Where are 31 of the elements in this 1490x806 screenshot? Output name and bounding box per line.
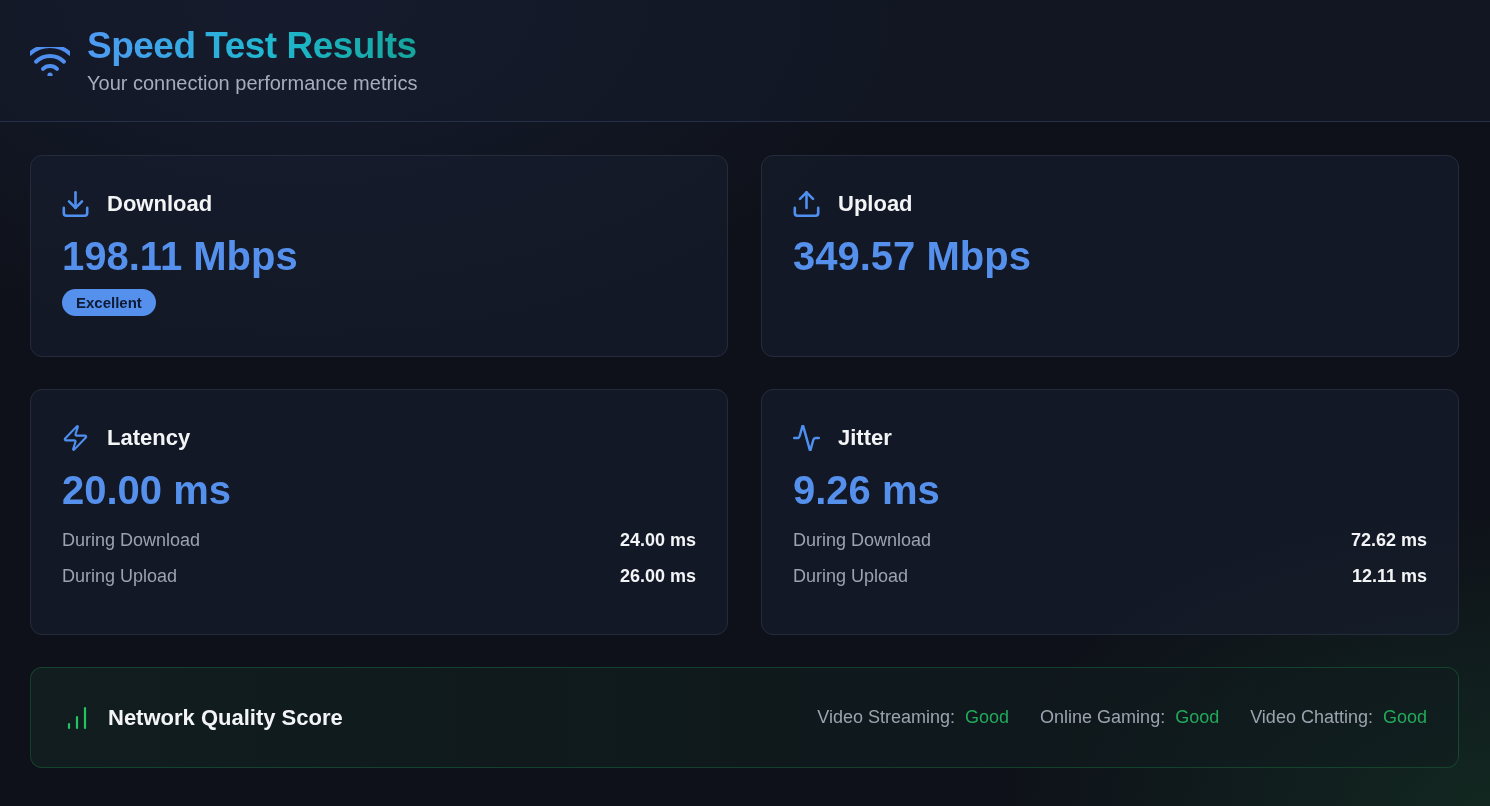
- pulse-icon: [793, 425, 820, 451]
- signal-bars-icon: [66, 705, 88, 730]
- metric-value: 198.11 Mbps: [62, 233, 299, 280]
- card-title: Upload: [838, 191, 913, 217]
- card-title: Latency: [107, 425, 191, 451]
- quality-value: Good: [965, 707, 1010, 728]
- metric-value: 20.00 ms: [62, 467, 233, 514]
- wifi-icon: [30, 47, 70, 76]
- detail-label: During Download: [62, 529, 201, 551]
- detail-label: During Download: [793, 529, 932, 551]
- metric-value: 9.26 ms: [793, 467, 941, 514]
- detail-value: 24.00 ms: [619, 529, 696, 551]
- detail-value: 12.11 ms: [1351, 565, 1427, 587]
- quality-label: Video Streaming:: [817, 707, 956, 728]
- detail-value: 72.62 ms: [1350, 529, 1427, 551]
- quality-value: Good: [1382, 707, 1427, 728]
- metric-value: 349.57 Mbps: [793, 233, 1032, 280]
- card-title: Download: [107, 191, 213, 217]
- download-icon: [62, 191, 89, 217]
- detail-label: During Upload: [62, 565, 178, 587]
- quality-value: Good: [1175, 707, 1220, 728]
- quality-title: Network Quality Score: [108, 704, 343, 731]
- quality-label: Online Gaming:: [1040, 707, 1166, 728]
- quality-label: Video Chatting:: [1250, 707, 1373, 728]
- lightning-icon: [62, 425, 89, 451]
- header-subtitle: Your connection performance metrics: [87, 70, 418, 96]
- card-title: Jitter: [838, 425, 892, 451]
- detail-value: 26.00 ms: [619, 565, 696, 587]
- upload-icon: [793, 191, 820, 217]
- rating-badge: Excellent: [62, 289, 156, 316]
- detail-label: During Upload: [793, 565, 909, 587]
